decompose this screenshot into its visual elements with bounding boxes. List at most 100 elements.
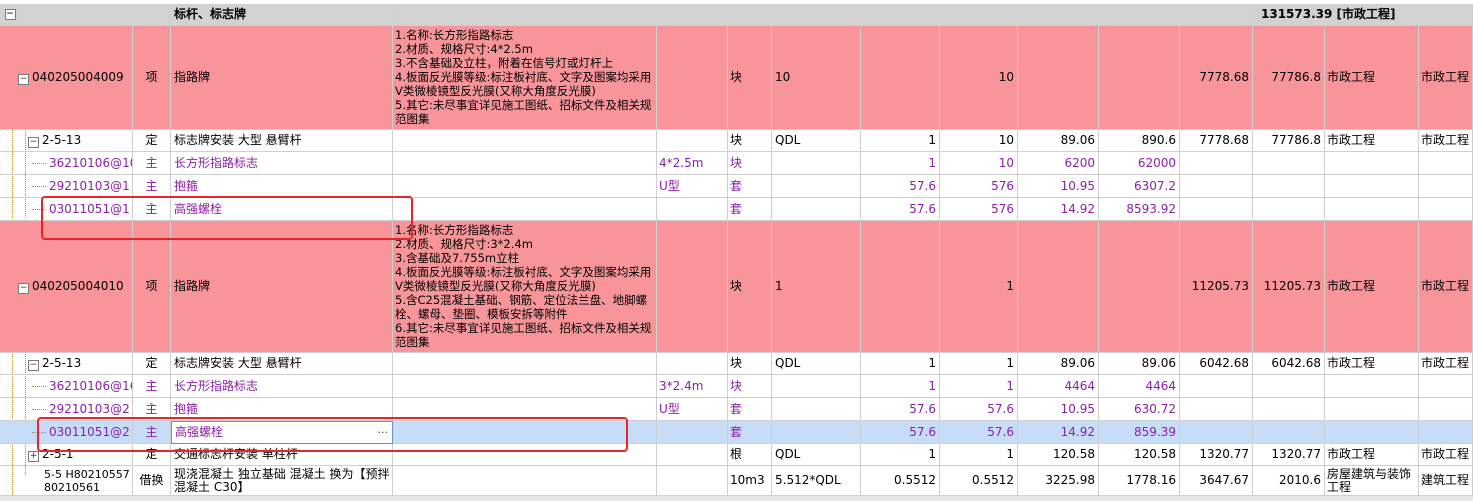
item-unit[interactable]: 块 — [728, 152, 772, 175]
item-unit[interactable]: 套 — [728, 421, 772, 444]
item-total[interactable] — [1253, 198, 1325, 221]
item-amount[interactable]: 89.06 — [1099, 353, 1180, 375]
item-amount[interactable]: 859.39 — [1099, 421, 1180, 444]
item-specialty-2[interactable] — [1419, 398, 1473, 421]
item-type[interactable]: 主 — [133, 398, 171, 421]
item-code[interactable]: 03011051@1 — [0, 198, 133, 221]
item-name[interactable]: 抱箍 — [171, 398, 393, 421]
item-amount[interactable]: 890.6 — [1099, 130, 1180, 152]
item-qty1[interactable]: 1 — [861, 444, 940, 466]
item-price[interactable]: 14.92 — [1018, 421, 1099, 444]
item-features[interactable] — [393, 375, 657, 398]
item-total[interactable]: 77786.8 — [1253, 130, 1325, 152]
item-spec[interactable] — [657, 221, 728, 353]
item-features[interactable] — [393, 421, 657, 444]
item-amount[interactable]: 630.72 — [1099, 398, 1180, 421]
item-qty1[interactable]: 1 — [861, 130, 940, 152]
collapse-icon[interactable]: − — [18, 74, 29, 85]
item-specialty-2[interactable]: 市政工程 — [1419, 26, 1473, 130]
item-features[interactable]: 1.名称:长方形指路标志 2.材质、规格尺寸:3*2.4m 3.含基础及7.75… — [393, 221, 657, 353]
item-specialty[interactable] — [1325, 398, 1419, 421]
item-unit-price[interactable]: 7778.68 — [1180, 26, 1253, 130]
item-qty1[interactable]: 1 — [861, 353, 940, 375]
item-qty2[interactable]: 1 — [940, 375, 1018, 398]
item-expression[interactable] — [772, 152, 861, 175]
item-unit[interactable]: 块 — [728, 130, 772, 152]
quota-row[interactable]: −2-5-13 定 标志牌安装 大型 悬臂杆 块 QDL 1 10 89.06 … — [0, 130, 1473, 152]
item-type[interactable]: 定 — [133, 130, 171, 152]
item-specialty-2[interactable]: 建筑工程 — [1419, 466, 1473, 496]
item-total[interactable]: 2010.6 — [1253, 466, 1325, 496]
item-qty1[interactable] — [861, 26, 940, 130]
item-expression[interactable]: QDL — [772, 444, 861, 466]
item-specialty[interactable] — [1325, 375, 1419, 398]
horizontal-scrollbar[interactable] — [0, 496, 1473, 501]
item-unit-price[interactable] — [1180, 375, 1253, 398]
item-code[interactable]: −040205004009 — [0, 26, 133, 130]
material-row[interactable]: 36210106@10 主 长方形指路标志 4*2.5m 块 1 10 6200… — [0, 152, 1473, 175]
item-specialty[interactable] — [1325, 198, 1419, 221]
item-type[interactable]: 定 — [133, 444, 171, 466]
item-specialty-2[interactable]: 市政工程 — [1419, 130, 1473, 152]
item-qty2[interactable]: 10 — [940, 152, 1018, 175]
material-row[interactable]: 29210103@1 主 抱箍 U型 套 57.6 576 10.95 6307… — [0, 175, 1473, 198]
item-price[interactable]: 14.92 — [1018, 198, 1099, 221]
item-expression[interactable]: 10 — [772, 26, 861, 130]
item-type[interactable]: 主 — [133, 175, 171, 198]
item-name[interactable]: 长方形指路标志 — [171, 375, 393, 398]
item-qty1[interactable]: 57.6 — [861, 198, 940, 221]
item-unit-price[interactable] — [1180, 152, 1253, 175]
item-name[interactable]: 指路牌 — [171, 221, 393, 353]
item-features[interactable]: 1.名称:长方形指路标志 2.材质、规格尺寸:4*2.5m 3.不含基础及立柱，… — [393, 26, 657, 130]
item-amount[interactable]: 62000 — [1099, 152, 1180, 175]
material-row[interactable]: 29210103@2 主 抱箍 U型 套 57.6 57.6 10.95 630… — [0, 398, 1473, 421]
item-qty1[interactable] — [861, 221, 940, 353]
item-type[interactable]: 借换 — [133, 466, 171, 496]
item-qty2[interactable]: 576 — [940, 198, 1018, 221]
item-code[interactable]: 5-5 H80210557 80210561 — [0, 466, 133, 496]
item-spec[interactable]: 3*2.4m — [657, 375, 728, 398]
item-qty1[interactable]: 0.5512 — [861, 466, 940, 496]
item-unit[interactable]: 套 — [728, 398, 772, 421]
item-amount[interactable]: 4464 — [1099, 375, 1180, 398]
item-unit-price[interactable] — [1180, 198, 1253, 221]
item-total[interactable] — [1253, 421, 1325, 444]
item-spec[interactable]: U型 — [657, 175, 728, 198]
item-features[interactable] — [393, 398, 657, 421]
item-spec[interactable] — [657, 421, 728, 444]
item-qty1[interactable]: 57.6 — [861, 421, 940, 444]
item-specialty-2[interactable] — [1419, 421, 1473, 444]
item-price[interactable]: 4464 — [1018, 375, 1099, 398]
item-price[interactable]: 120.58 — [1018, 444, 1099, 466]
item-code[interactable]: 03011051@2 — [0, 421, 133, 444]
item-specialty[interactable] — [1325, 175, 1419, 198]
item-price[interactable] — [1018, 26, 1099, 130]
item-code[interactable]: 36210106@10 — [0, 152, 133, 175]
expand-icon[interactable]: + — [28, 451, 39, 462]
item-qty2[interactable]: 0.5512 — [940, 466, 1018, 496]
group-header-row[interactable]: − 标杆、标志牌 131573.39 [市政工程] — [0, 4, 1473, 26]
item-qty1[interactable]: 57.6 — [861, 398, 940, 421]
item-code[interactable]: 29210103@2 — [0, 398, 133, 421]
item-code[interactable]: 36210106@16 — [0, 375, 133, 398]
item-total[interactable] — [1253, 375, 1325, 398]
item-total[interactable]: 77786.8 — [1253, 26, 1325, 130]
item-type[interactable]: 主 — [133, 421, 171, 444]
item-features[interactable] — [393, 353, 657, 375]
item-qty2[interactable]: 1 — [940, 353, 1018, 375]
item-spec[interactable] — [657, 130, 728, 152]
more-options-button[interactable]: ··· — [378, 426, 389, 439]
item-specialty[interactable]: 市政工程 — [1325, 221, 1419, 353]
item-qty2[interactable]: 57.6 — [940, 398, 1018, 421]
item-features[interactable] — [393, 466, 657, 496]
item-spec[interactable]: U型 — [657, 398, 728, 421]
item-specialty-2[interactable] — [1419, 175, 1473, 198]
item-amount[interactable] — [1099, 221, 1180, 353]
item-unit[interactable]: 块 — [728, 221, 772, 353]
item-name[interactable]: 标志牌安装 大型 悬臂杆 — [171, 353, 393, 375]
item-unit-price[interactable] — [1180, 175, 1253, 198]
item-features[interactable] — [393, 175, 657, 198]
collapse-icon[interactable]: − — [28, 360, 39, 371]
item-code[interactable]: −2-5-13 — [0, 130, 133, 152]
item-unit-price[interactable] — [1180, 421, 1253, 444]
